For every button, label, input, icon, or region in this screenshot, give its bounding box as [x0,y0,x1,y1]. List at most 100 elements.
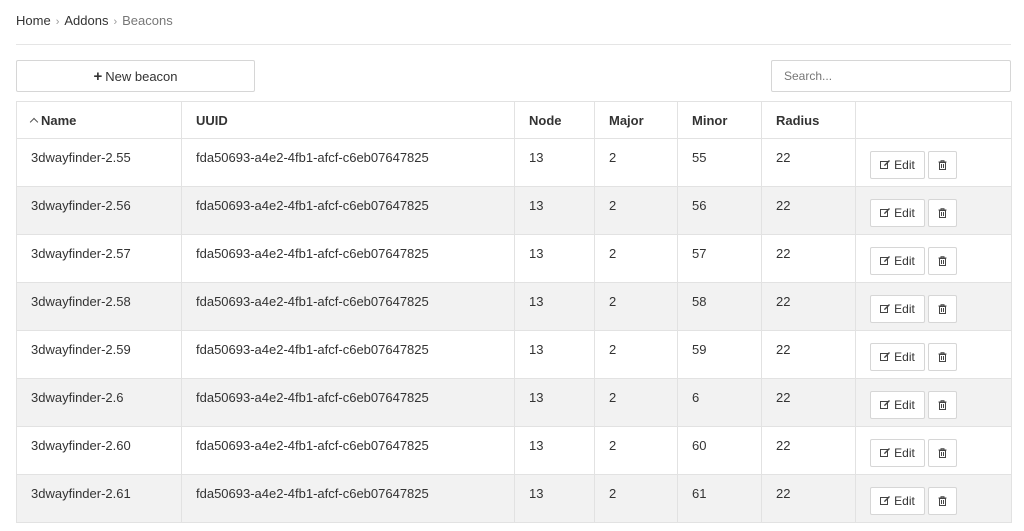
edit-label: Edit [894,446,915,460]
edit-icon [880,448,891,458]
search-input[interactable] [771,60,1011,92]
breadcrumb-separator-icon: › [55,16,60,28]
cell-name: 3dwayfinder-2.56 [16,186,182,235]
trash-icon [938,208,947,218]
cell-radius: 22 [761,186,856,235]
edit-label: Edit [894,206,915,220]
trash-icon [938,256,947,266]
table-row: 3dwayfinder-2.61 fda50693-a4e2-4fb1-afcf-… [16,474,1012,523]
edit-icon [880,160,891,170]
cell-actions: Edit [855,282,1012,331]
cell-major: 2 [594,186,678,235]
delete-button[interactable] [928,487,957,515]
cell-name: 3dwayfinder-2.57 [16,234,182,283]
column-header-minor[interactable]: Minor [677,101,762,139]
trash-icon [938,400,947,410]
cell-node: 13 [514,378,595,427]
delete-button[interactable] [928,247,957,275]
cell-uuid: fda50693-a4e2-4fb1-afcf-c6eb07647825 [181,378,515,427]
cell-name: 3dwayfinder-2.55 [16,138,182,187]
edit-button[interactable]: Edit [870,343,925,371]
header-divider [16,44,1011,45]
cell-name: 3dwayfinder-2.61 [16,474,182,523]
edit-label: Edit [894,350,915,364]
cell-node: 13 [514,186,595,235]
edit-icon [880,256,891,266]
column-header-radius[interactable]: Radius [761,101,856,139]
cell-name: 3dwayfinder-2.60 [16,426,182,475]
edit-button[interactable]: Edit [870,247,925,275]
breadcrumb-home-link[interactable]: Home [16,13,51,28]
cell-node: 13 [514,474,595,523]
table-row: 3dwayfinder-2.6 fda50693-a4e2-4fb1-afcf-c… [16,378,1012,427]
cell-actions: Edit [855,138,1012,187]
breadcrumb: Home › Addons › Beacons [16,13,173,30]
edit-label: Edit [894,494,915,508]
table-body: 3dwayfinder-2.55 fda50693-a4e2-4fb1-afcf-… [16,138,1012,523]
column-header-uuid[interactable]: UUID [181,101,515,139]
cell-minor: 57 [677,234,762,283]
cell-node: 13 [514,234,595,283]
cell-radius: 22 [761,378,856,427]
cell-radius: 22 [761,138,856,187]
delete-button[interactable] [928,343,957,371]
edit-label: Edit [894,158,915,172]
edit-icon [880,208,891,218]
cell-uuid: fda50693-a4e2-4fb1-afcf-c6eb07647825 [181,138,515,187]
cell-minor: 58 [677,282,762,331]
delete-button[interactable] [928,391,957,419]
cell-node: 13 [514,330,595,379]
table-row: 3dwayfinder-2.55 fda50693-a4e2-4fb1-afcf-… [16,138,1012,187]
delete-button[interactable] [928,439,957,467]
cell-radius: 22 [761,474,856,523]
cell-uuid: fda50693-a4e2-4fb1-afcf-c6eb07647825 [181,474,515,523]
cell-actions: Edit [855,378,1012,427]
plus-icon: + [93,67,103,85]
column-header-name[interactable]: Name [16,101,182,139]
cell-name: 3dwayfinder-2.59 [16,330,182,379]
cell-major: 2 [594,474,678,523]
edit-button[interactable]: Edit [870,199,925,227]
breadcrumb-addons-link[interactable]: Addons [64,13,108,28]
cell-node: 13 [514,282,595,331]
edit-label: Edit [894,254,915,268]
cell-node: 13 [514,426,595,475]
breadcrumb-current: Beacons [122,13,173,28]
cell-name: 3dwayfinder-2.58 [16,282,182,331]
delete-button[interactable] [928,295,957,323]
edit-icon [880,496,891,506]
edit-button[interactable]: Edit [870,487,925,515]
new-beacon-button[interactable]: + New beacon [16,60,255,92]
cell-major: 2 [594,426,678,475]
cell-minor: 6 [677,378,762,427]
edit-icon [880,352,891,362]
beacons-page: Home › Addons › Beacons + New beacon Name UU… [0,0,1024,531]
edit-button[interactable]: Edit [870,391,925,419]
table-row: 3dwayfinder-2.56 fda50693-a4e2-4fb1-afcf-… [16,186,1012,235]
delete-button[interactable] [928,151,957,179]
edit-button[interactable]: Edit [870,439,925,467]
cell-uuid: fda50693-a4e2-4fb1-afcf-c6eb07647825 [181,282,515,331]
trash-icon [938,304,947,314]
cell-minor: 55 [677,138,762,187]
cell-radius: 22 [761,426,856,475]
cell-major: 2 [594,138,678,187]
trash-icon [938,160,947,170]
cell-uuid: fda50693-a4e2-4fb1-afcf-c6eb07647825 [181,234,515,283]
column-header-actions [855,101,1012,139]
cell-major: 2 [594,234,678,283]
sort-ascending-icon [29,117,39,126]
cell-actions: Edit [855,330,1012,379]
cell-minor: 61 [677,474,762,523]
table-row: 3dwayfinder-2.58 fda50693-a4e2-4fb1-afcf-… [16,282,1012,331]
edit-button[interactable]: Edit [870,151,925,179]
column-header-name-label: Name [41,112,77,128]
cell-minor: 59 [677,330,762,379]
delete-button[interactable] [928,199,957,227]
cell-major: 2 [594,282,678,331]
column-header-major[interactable]: Major [594,101,678,139]
trash-icon [938,352,947,362]
column-header-node[interactable]: Node [514,101,595,139]
cell-name: 3dwayfinder-2.6 [16,378,182,427]
edit-button[interactable]: Edit [870,295,925,323]
